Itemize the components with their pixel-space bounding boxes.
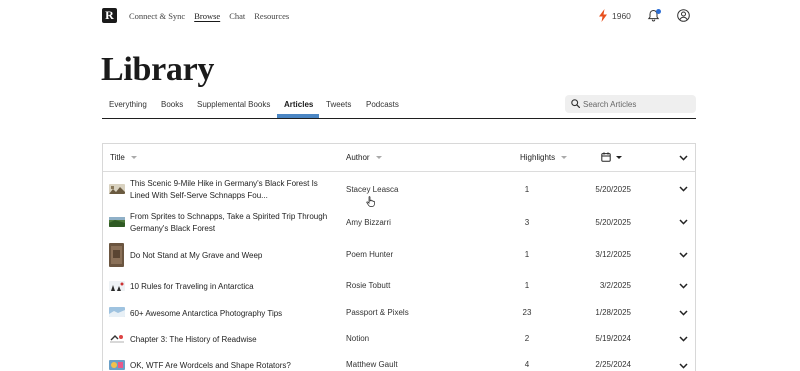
row-chevron-down-icon[interactable] (679, 336, 688, 342)
column-author[interactable]: Author (346, 153, 382, 162)
table-row[interactable]: This Scenic 9-Mile Hike in Germany's Bla… (103, 173, 695, 207)
row-chevron-down-icon[interactable] (679, 252, 688, 258)
nav-link-chat[interactable]: Chat (229, 11, 245, 21)
highlight-count: 1 (524, 185, 530, 194)
table-row[interactable]: Do Not Stand at My Grave and Weep Poem H… (103, 239, 695, 273)
article-thumbnail (109, 281, 125, 291)
article-date: 5/19/2024 (595, 334, 631, 343)
row-chevron-down-icon[interactable] (679, 310, 688, 316)
article-author: Rosie Tobutt (346, 281, 391, 290)
streak-counter[interactable]: 1960 (598, 9, 631, 22)
table-row[interactable]: 10 Rules for Traveling in Antarctica Ros… (103, 273, 695, 301)
article-author: Passport & Pixels (346, 308, 409, 317)
tab-tweets[interactable]: Tweets (326, 100, 351, 119)
article-date: 3/2/2025 (599, 281, 631, 290)
search-box[interactable] (565, 95, 696, 113)
nav-links: Connect & Sync Browse Chat Resources (129, 11, 298, 21)
tab-supplemental-books[interactable]: Supplemental Books (197, 100, 270, 119)
row-chevron-down-icon[interactable] (679, 363, 688, 369)
article-author: Notion (346, 334, 370, 343)
highlight-count: 4 (524, 360, 530, 369)
article-thumbnail (109, 360, 125, 370)
highlight-count: 1 (524, 250, 530, 259)
article-title[interactable]: 60+ Awesome Antarctica Photography Tips (130, 308, 335, 320)
active-tab-indicator (277, 114, 319, 118)
articles-table: Title Author Highlights This Scenic 9-Mi… (102, 143, 696, 371)
nav-link-browse[interactable]: Browse (194, 11, 220, 21)
lightning-icon (599, 9, 607, 22)
readwise-logo[interactable]: R (102, 8, 117, 23)
search-icon (571, 99, 580, 108)
article-title[interactable]: Do Not Stand at My Grave and Weep (130, 250, 335, 262)
sort-caret-icon (561, 156, 568, 159)
article-thumbnail (109, 243, 124, 267)
column-title[interactable]: Title (110, 153, 137, 162)
article-title[interactable]: From Sprites to Schnapps, Take a Spirite… (130, 211, 335, 235)
article-thumbnail (109, 184, 125, 194)
highlight-count: 23 (522, 308, 532, 317)
article-thumbnail (109, 307, 125, 317)
nav-link-resources[interactable]: Resources (254, 11, 289, 21)
sort-caret-icon (130, 156, 137, 159)
highlight-count: 3 (524, 218, 530, 227)
calendar-icon (601, 152, 611, 162)
article-title[interactable]: OK, WTF Are Wordcels and Shape Rotators? (130, 360, 335, 371)
user-avatar-icon[interactable] (677, 9, 690, 22)
table-row[interactable]: OK, WTF Are Wordcels and Shape Rotators?… (103, 354, 695, 371)
column-highlights-label: Highlights (520, 153, 556, 162)
column-date[interactable] (601, 152, 622, 162)
header-chevron-down-icon[interactable] (679, 155, 688, 161)
article-thumbnail (109, 217, 125, 227)
article-author: Amy Bizzarri (346, 218, 391, 227)
table-row[interactable]: Chapter 3: The History of Readwise Notio… (103, 327, 695, 354)
column-author-label: Author (346, 153, 370, 162)
article-date: 2/25/2024 (595, 360, 631, 369)
column-highlights[interactable]: Highlights (520, 153, 568, 162)
sort-caret-icon (375, 156, 382, 159)
page-title: Library (101, 51, 215, 88)
row-chevron-down-icon[interactable] (679, 219, 688, 225)
tab-podcasts[interactable]: Podcasts (366, 100, 399, 119)
article-author: Matthew Gault (346, 360, 398, 369)
notification-dot (656, 9, 661, 14)
article-author: Stacey Leasca (346, 185, 399, 194)
table-row[interactable]: From Sprites to Schnapps, Take a Spirite… (103, 207, 695, 239)
hand-cursor-icon (366, 196, 375, 207)
row-chevron-down-icon[interactable] (679, 283, 688, 289)
tab-everything[interactable]: Everything (109, 100, 147, 119)
article-date: 5/20/2025 (595, 218, 631, 227)
date-sort-caret-icon (616, 155, 622, 159)
article-date: 1/28/2025 (595, 308, 631, 317)
article-title[interactable]: Chapter 3: The History of Readwise (130, 334, 335, 346)
article-date: 5/20/2025 (595, 185, 631, 194)
table-row[interactable]: 60+ Awesome Antarctica Photography Tips … (103, 301, 695, 327)
article-title[interactable]: 10 Rules for Traveling in Antarctica (130, 281, 335, 293)
nav-link-connect-sync[interactable]: Connect & Sync (129, 11, 185, 21)
article-date: 3/12/2025 (595, 250, 631, 259)
tab-books[interactable]: Books (161, 100, 183, 119)
highlight-count: 1 (524, 281, 530, 290)
article-thumbnail (109, 333, 125, 343)
streak-count: 1960 (612, 10, 631, 21)
top-nav: R Connect & Sync Browse Chat Resources 1… (0, 0, 800, 32)
row-chevron-down-icon[interactable] (679, 186, 688, 192)
highlight-count: 2 (524, 334, 530, 343)
column-title-label: Title (110, 153, 125, 162)
article-title[interactable]: This Scenic 9-Mile Hike in Germany's Bla… (130, 178, 335, 202)
search-input[interactable] (583, 97, 691, 111)
article-author: Poem Hunter (346, 250, 394, 259)
table-header: Title Author Highlights (103, 144, 695, 172)
